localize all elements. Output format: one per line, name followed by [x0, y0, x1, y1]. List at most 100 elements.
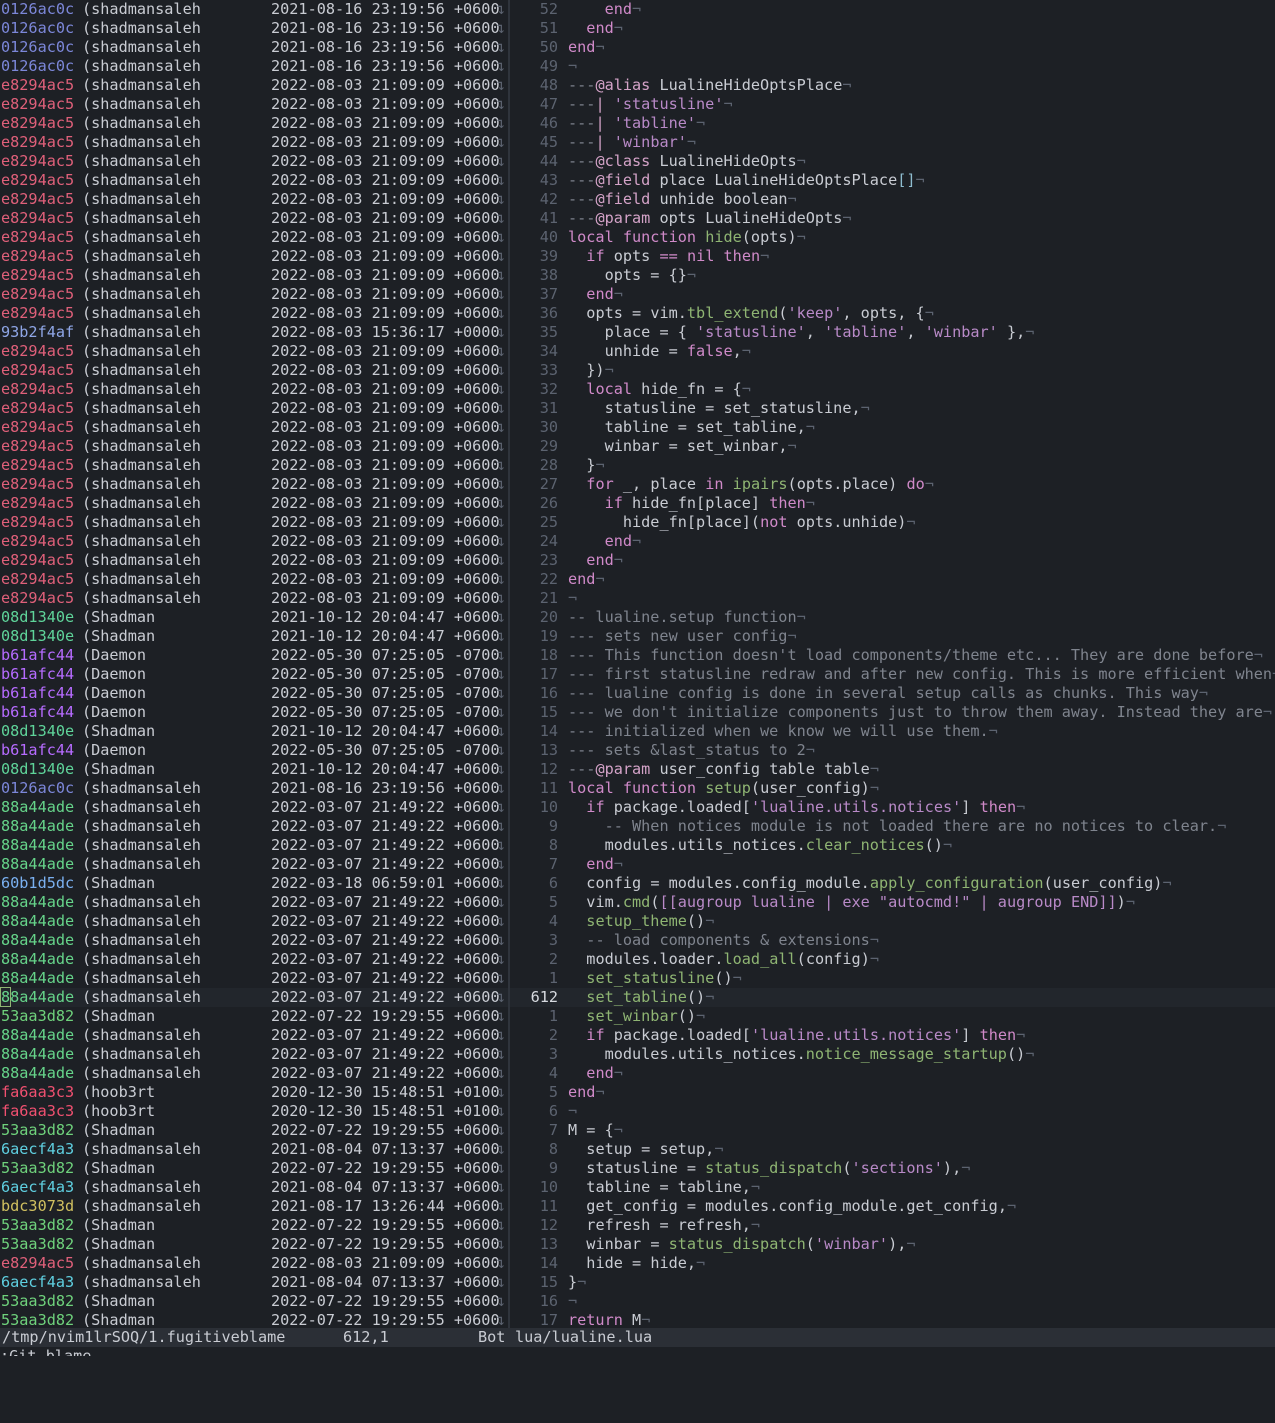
blame-row[interactable]: e8294ac5 (shadmansaleh 2022-08-03 21:09:09…: [0, 209, 508, 228]
code-text[interactable]: ---@field place LualineHideOptsPlace[]¬: [568, 171, 925, 190]
blame-row[interactable]: e8294ac5 (shadmansaleh 2022-08-03 21:09:09…: [0, 494, 508, 513]
blame-row[interactable]: 0126ac0c (shadmansaleh 2021-08-16 23:19:56…: [0, 779, 508, 798]
code-line[interactable]: 40 local function hide(opts)¬: [510, 228, 1275, 247]
code-text[interactable]: -- lualine.setup function¬: [568, 608, 806, 627]
code-text[interactable]: -- load components & extensions¬: [568, 931, 879, 950]
code-text[interactable]: set_statusline()¬: [568, 969, 741, 988]
code-line[interactable]: 12 ---@param user_config table table¬: [510, 760, 1275, 779]
blame-row[interactable]: 88a44ade (shadmansaleh 2022-03-07 21:49:22…: [0, 855, 508, 874]
code-line[interactable]: 34 unhide = false,¬: [510, 342, 1275, 361]
code-text[interactable]: opts = vim.tbl_extend('keep', opts, {¬: [568, 304, 934, 323]
code-text[interactable]: end¬: [568, 1064, 623, 1083]
code-line[interactable]: 16 ¬: [510, 1292, 1275, 1311]
blame-row[interactable]: 53aa3d82 (Shadman 2022-07-22 19:29:55 +060…: [0, 1121, 508, 1140]
blame-row[interactable]: e8294ac5 (shadmansaleh 2022-08-03 21:09:09…: [0, 304, 508, 323]
commit-hash[interactable]: b61afc44: [1, 741, 74, 760]
code-line[interactable]: 29 winbar = set_winbar,¬: [510, 437, 1275, 456]
blame-row[interactable]: 0126ac0c (shadmansaleh 2021-08-16 23:19:56…: [0, 0, 508, 19]
code-text[interactable]: statusline = set_statusline,¬: [568, 399, 870, 418]
code-text[interactable]: ¬: [568, 57, 577, 76]
blame-row[interactable]: 0126ac0c (shadmansaleh 2021-08-16 23:19:56…: [0, 57, 508, 76]
commit-hash[interactable]: 88a44ade: [1, 798, 74, 817]
blame-row[interactable]: e8294ac5 (shadmansaleh 2022-08-03 21:09:09…: [0, 190, 508, 209]
code-line[interactable]: 4 end¬: [510, 1064, 1275, 1083]
code-line[interactable]: 30 tabline = set_tabline,¬: [510, 418, 1275, 437]
code-text[interactable]: end¬: [568, 855, 623, 874]
commit-hash[interactable]: 93b2f4af: [1, 323, 74, 342]
commit-hash[interactable]: 60b1d5dc: [1, 874, 74, 893]
code-text[interactable]: --- initialized when we know we will use…: [568, 722, 998, 741]
blame-row[interactable]: 0126ac0c (shadmansaleh 2021-08-16 23:19:56…: [0, 38, 508, 57]
code-line[interactable]: 35 place = { 'statusline', 'tabline', 'w…: [510, 323, 1275, 342]
blame-row[interactable]: e8294ac5 (shadmansaleh 2022-08-03 21:09:09…: [0, 589, 508, 608]
blame-row[interactable]: b61afc44 (Daemon 2022-05-30 07:25:05 -0700…: [0, 665, 508, 684]
code-line[interactable]: 23 end¬: [510, 551, 1275, 570]
commit-hash[interactable]: e8294ac5: [1, 304, 74, 323]
code-line[interactable]: 11 local function setup(user_config)¬: [510, 779, 1275, 798]
code-text[interactable]: if package.loaded['lualine.utils.notices…: [568, 798, 1025, 817]
code-text[interactable]: if package.loaded['lualine.utils.notices…: [568, 1026, 1025, 1045]
commit-hash[interactable]: 6aecf4a3: [1, 1140, 74, 1159]
blame-row[interactable]: 53aa3d82 (Shadman 2022-07-22 19:29:55 +060…: [0, 1159, 508, 1178]
code-text[interactable]: setup_theme()¬: [568, 912, 714, 931]
code-line[interactable]: 9 -- When notices module is not loaded t…: [510, 817, 1275, 836]
commit-hash[interactable]: e8294ac5: [1, 95, 74, 114]
code-line[interactable]: 6 config = modules.config_module.apply_c…: [510, 874, 1275, 893]
commit-hash[interactable]: 88a44ade: [1, 1045, 74, 1064]
commit-hash[interactable]: e8294ac5: [1, 437, 74, 456]
blame-row[interactable]: 53aa3d82 (Shadman 2022-07-22 19:29:55 +060…: [0, 1311, 508, 1328]
code-text[interactable]: modules.loader.load_all(config)¬: [568, 950, 879, 969]
code-line[interactable]: 24 end¬: [510, 532, 1275, 551]
commit-hash[interactable]: 88a44ade: [1, 893, 74, 912]
commit-hash[interactable]: b61afc44: [1, 646, 74, 665]
commit-hash[interactable]: 53aa3d82: [1, 1216, 74, 1235]
commit-hash[interactable]: e8294ac5: [1, 589, 74, 608]
commit-hash[interactable]: bdc3073d: [1, 1197, 74, 1216]
blame-row[interactable]: 88a44ade (shadmansaleh 2022-03-07 21:49:22…: [0, 1045, 508, 1064]
blame-row[interactable]: 88a44ade (shadmansaleh 2022-03-07 21:49:22…: [0, 931, 508, 950]
code-text[interactable]: vim.cmd([[augroup lualine | exe "autocmd…: [568, 893, 1135, 912]
code-text[interactable]: ---| 'tabline'¬: [568, 114, 705, 133]
commit-hash[interactable]: 88a44ade: [1, 817, 74, 836]
blame-row[interactable]: 88a44ade (shadmansaleh 2022-03-07 21:49:22…: [0, 817, 508, 836]
code-text[interactable]: modules.utils_notices.clear_notices()¬: [568, 836, 953, 855]
code-line[interactable]: 37 end¬: [510, 285, 1275, 304]
code-text[interactable]: ¬: [568, 1102, 577, 1121]
code-line[interactable]: 3 -- load components & extensions¬: [510, 931, 1275, 950]
code-line[interactable]: 6 ¬: [510, 1102, 1275, 1121]
code-line[interactable]: 17 --- first statusline redraw and after …: [510, 665, 1275, 684]
commit-hash[interactable]: 0126ac0c: [1, 38, 74, 57]
blame-row[interactable]: 93b2f4af (shadmansaleh 2022-08-03 15:36:17…: [0, 323, 508, 342]
code-text[interactable]: if hide_fn[place] then¬: [568, 494, 815, 513]
code-line[interactable]: 3 modules.utils_notices.notice_message_s…: [510, 1045, 1275, 1064]
commit-hash[interactable]: 0126ac0c: [1, 779, 74, 798]
code-text[interactable]: end¬: [568, 570, 605, 589]
commit-hash[interactable]: 6aecf4a3: [1, 1178, 74, 1197]
code-text[interactable]: modules.utils_notices.notice_message_sta…: [568, 1045, 1035, 1064]
code-line[interactable]: 48 ---@alias LualineHideOptsPlace¬: [510, 76, 1275, 95]
code-line[interactable]: 12 refresh = refresh,¬: [510, 1216, 1275, 1235]
code-text[interactable]: hide = hide,¬: [568, 1254, 705, 1273]
code-line[interactable]: 18 --- This function doesn't load compone…: [510, 646, 1275, 665]
commit-hash[interactable]: 88a44ade: [1, 836, 74, 855]
commit-hash[interactable]: 88a44ade: [1, 931, 74, 950]
blame-row[interactable]: 88a44ade (shadmansaleh 2022-03-07 21:49:22…: [0, 836, 508, 855]
code-text[interactable]: place = { 'statusline', 'tabline', 'winb…: [568, 323, 1035, 342]
code-line[interactable]: 42 ---@field unhide boolean¬: [510, 190, 1275, 209]
code-line[interactable]: 47 ---| 'statusline'¬: [510, 95, 1275, 114]
commit-hash[interactable]: 88a44ade: [1, 1064, 74, 1083]
code-text[interactable]: local function hide(opts)¬: [568, 228, 806, 247]
blame-row[interactable]: e8294ac5 (shadmansaleh 2022-08-03 21:09:09…: [0, 380, 508, 399]
commit-hash[interactable]: 53aa3d82: [1, 1007, 74, 1026]
code-text[interactable]: setup = setup,¬: [568, 1140, 723, 1159]
code-line[interactable]: 7 M = {¬: [510, 1121, 1275, 1140]
code-text[interactable]: --- This function doesn't load component…: [568, 646, 1263, 665]
blame-row[interactable]: e8294ac5 (shadmansaleh 2022-08-03 21:09:09…: [0, 570, 508, 589]
commit-hash[interactable]: e8294ac5: [1, 171, 74, 190]
blame-row[interactable]: 88a44ade (shadmansaleh 2022-03-07 21:49:22…: [0, 950, 508, 969]
code-line[interactable]: 11 get_config = modules.config_module.ge…: [510, 1197, 1275, 1216]
code-text[interactable]: ---@field unhide boolean¬: [568, 190, 797, 209]
blame-row[interactable]: e8294ac5 (shadmansaleh 2022-08-03 21:09:09…: [0, 456, 508, 475]
code-line[interactable]: 13 --- sets &last_status to 2¬: [510, 741, 1275, 760]
code-text[interactable]: ¬: [568, 589, 577, 608]
